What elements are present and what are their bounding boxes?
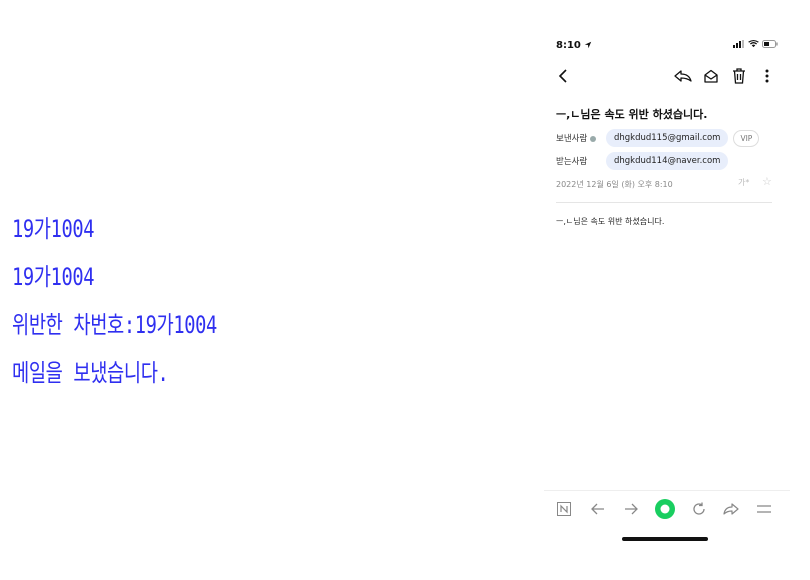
console-output: 19가1004 19가1004 위반한 차번호:19가1004 메일을 보냈습니…	[12, 205, 275, 397]
nav-forward-icon[interactable]	[619, 497, 643, 521]
status-time: 8:10	[556, 40, 592, 51]
refresh-icon[interactable]	[687, 497, 711, 521]
location-icon	[585, 41, 592, 49]
recipient-label: 받는사람	[556, 157, 588, 167]
mail-subject: ㅡ,ㄴ님은 속도 위반 하셨습니다.	[556, 108, 708, 121]
console-line: 19가1004	[12, 263, 95, 291]
font-size-button[interactable]: 가*	[738, 177, 749, 188]
sender-info-icon	[590, 135, 597, 142]
sender-email-chip[interactable]: dhgkdud115@gmail.com	[606, 129, 729, 147]
status-time-text: 8:10	[556, 40, 581, 51]
home-indicator	[622, 537, 708, 541]
nav-back-icon[interactable]	[586, 497, 610, 521]
console-line: 19가1004	[12, 215, 95, 243]
sender-label-text: 보낸사람	[556, 134, 588, 144]
status-icons	[733, 40, 778, 51]
browser-bottom-bar	[544, 490, 790, 527]
trash-icon[interactable]	[728, 64, 750, 88]
share-icon[interactable]	[719, 497, 743, 521]
menu-icon[interactable]	[752, 497, 776, 521]
sender-row: 보낸사람 dhgkdud115@gmail.com VIP	[556, 128, 760, 148]
signal-icon	[733, 40, 745, 48]
vip-button[interactable]: VIP	[733, 129, 760, 147]
more-icon[interactable]	[756, 64, 778, 88]
mail-toolbar	[544, 64, 790, 90]
recipient-email-chip[interactable]: dhgkdud114@naver.com	[606, 152, 729, 170]
console-line: 메일을 보냈습니다.	[12, 359, 169, 387]
phone-mail-screen: 8:10 ㅡ,ㄴ님은 속도 위반 하셨습니다. 보낸사람 dhgkdud115@…	[544, 30, 790, 550]
divider	[556, 202, 772, 203]
mail-date: 2022년 12월 6일 (화) 오후 8:10	[556, 180, 673, 189]
back-icon[interactable]	[552, 64, 574, 88]
sender-label: 보낸사람	[556, 132, 606, 144]
console-line: 위반한 차번호:19가1004	[12, 311, 217, 339]
wifi-icon	[747, 40, 759, 48]
naver-logo-icon[interactable]	[552, 497, 576, 521]
star-icon[interactable]: ☆	[762, 175, 772, 188]
reply-icon[interactable]	[672, 64, 694, 88]
mail-body: ㅡ,ㄴ님은 속도 위반 하셨습니다.	[556, 217, 665, 226]
recipient-row: 받는사람 dhgkdud114@naver.com	[556, 151, 729, 171]
battery-icon	[762, 40, 778, 48]
green-dot-icon[interactable]	[653, 497, 677, 521]
status-bar: 8:10	[556, 40, 778, 54]
mark-unread-icon[interactable]	[700, 64, 722, 88]
